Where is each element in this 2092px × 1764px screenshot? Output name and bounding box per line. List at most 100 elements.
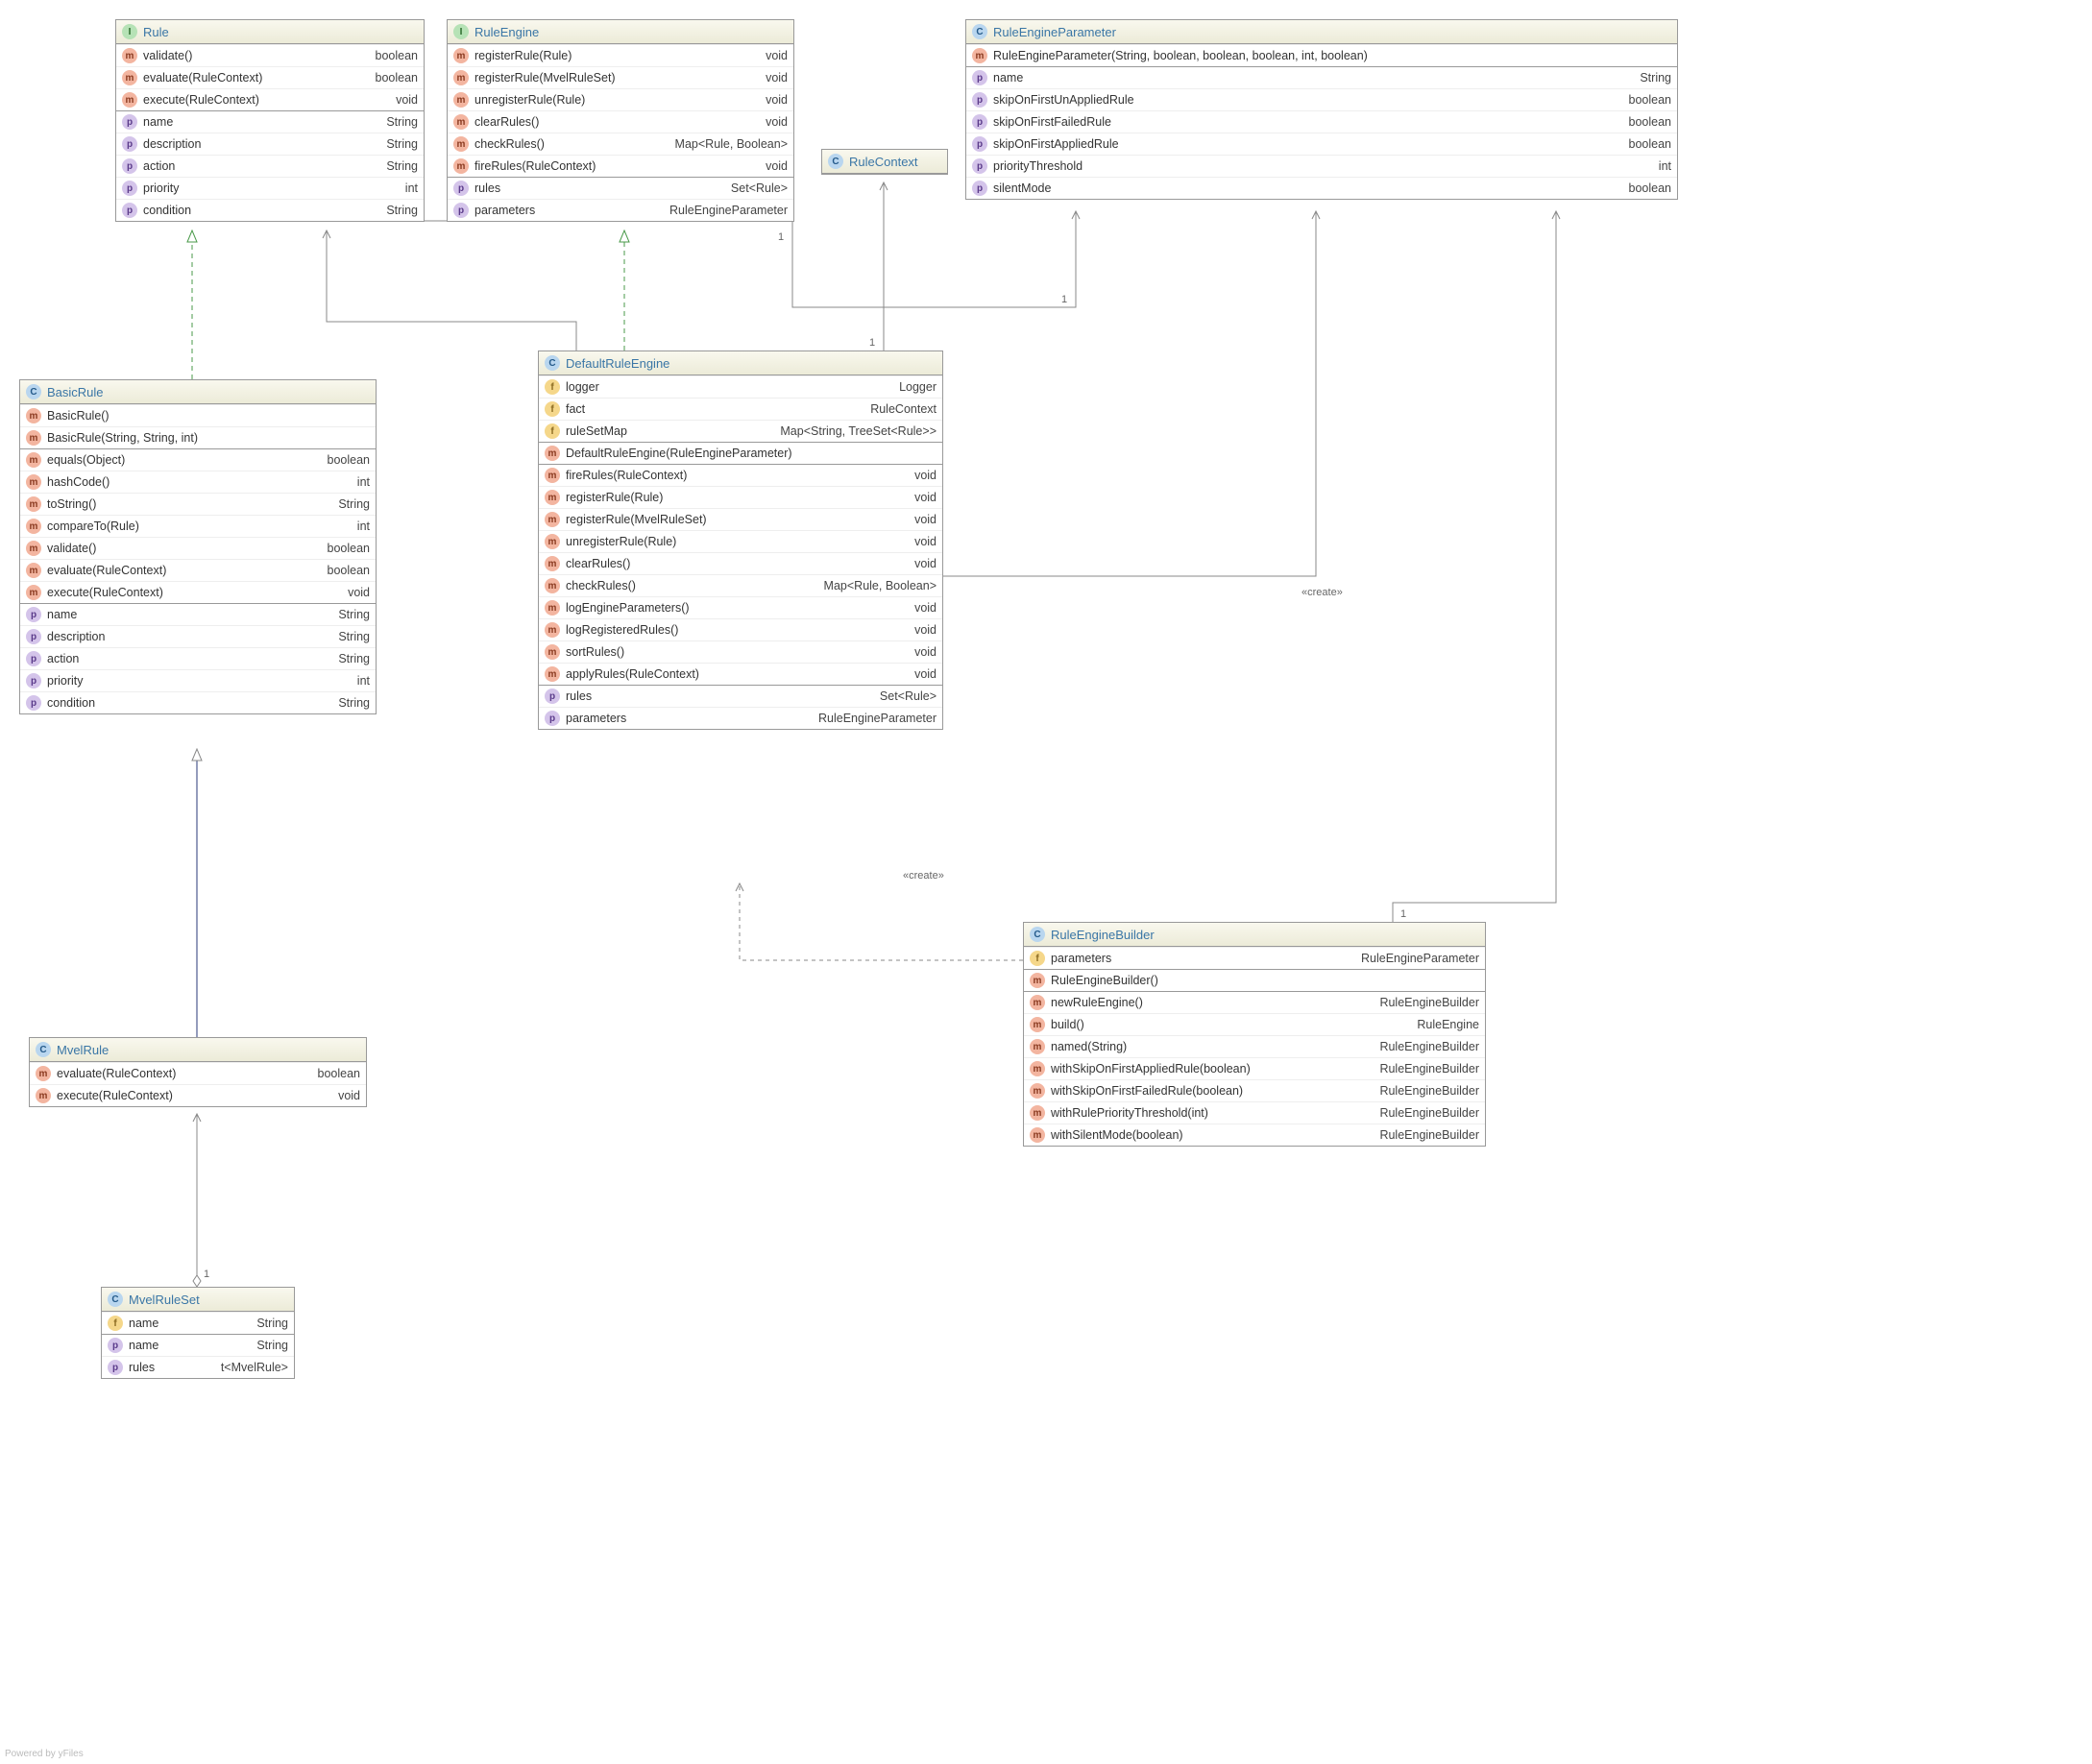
class-RuleEngineBuilder[interactable]: CRuleEngineBuilderfparametersRuleEngineP… xyxy=(1023,922,1486,1147)
member-row[interactable]: mhashCode()int xyxy=(20,471,376,493)
member-row[interactable]: pskipOnFirstUnAppliedRuleboolean xyxy=(966,88,1677,110)
member-row[interactable]: pdescriptionString xyxy=(20,625,376,647)
member-row[interactable]: mexecute(RuleContext)void xyxy=(116,88,424,110)
member-row[interactable]: mapplyRules(RuleContext)void xyxy=(539,663,942,685)
member-row[interactable]: mfireRules(RuleContext)void xyxy=(448,155,793,177)
member-row[interactable]: pconditionString xyxy=(116,199,424,221)
class-Rule[interactable]: IRulemvalidate()booleanmevaluate(RuleCon… xyxy=(115,19,425,222)
member-row[interactable]: pskipOnFirstFailedRuleboolean xyxy=(966,110,1677,133)
member-row[interactable]: fruleSetMapMap<String, TreeSet<Rule>> xyxy=(539,420,942,442)
member-row[interactable]: mnewRuleEngine()RuleEngineBuilder xyxy=(1024,991,1485,1013)
method-icon: m xyxy=(545,666,560,682)
member-row[interactable]: msortRules()void xyxy=(539,640,942,663)
member-signature: name xyxy=(143,115,173,129)
member-return-type: String xyxy=(377,137,418,151)
member-row[interactable]: mlogRegisteredRules()void xyxy=(539,618,942,640)
member-row[interactable]: mevaluate(RuleContext)boolean xyxy=(30,1062,366,1084)
member-row[interactable]: ppriorityint xyxy=(20,669,376,691)
member-row[interactable]: pconditionString xyxy=(20,691,376,713)
class-header[interactable]: CRuleContext xyxy=(822,150,947,174)
class-header[interactable]: CMvelRule xyxy=(30,1038,366,1062)
class-header[interactable]: IRule xyxy=(116,20,424,44)
member-row[interactable]: mDefaultRuleEngine(RuleEngineParameter) xyxy=(539,442,942,464)
class-DefaultRuleEngine[interactable]: CDefaultRuleEnginefloggerLoggerffactRule… xyxy=(538,350,943,730)
member-row[interactable]: mwithSkipOnFirstAppliedRule(boolean)Rule… xyxy=(1024,1057,1485,1079)
member-row[interactable]: mexecute(RuleContext)void xyxy=(30,1084,366,1106)
class-header[interactable]: CDefaultRuleEngine xyxy=(539,351,942,375)
class-title: RuleContext xyxy=(849,155,918,169)
member-row[interactable]: mwithRulePriorityThreshold(int)RuleEngin… xyxy=(1024,1101,1485,1124)
member-row[interactable]: mclearRules()void xyxy=(539,552,942,574)
member-signature: name xyxy=(129,1317,158,1330)
member-row[interactable]: pnameString xyxy=(966,66,1677,88)
class-header[interactable]: CRuleEngineBuilder xyxy=(1024,923,1485,947)
member-row[interactable]: pnameString xyxy=(102,1334,294,1356)
member-row[interactable]: floggerLogger xyxy=(539,375,942,398)
member-row[interactable]: mregisterRule(Rule)void xyxy=(448,44,793,66)
member-row[interactable]: ppriorityint xyxy=(116,177,424,199)
member-row[interactable]: fparametersRuleEngineParameter xyxy=(1024,947,1485,969)
property-icon: p xyxy=(122,158,137,174)
class-BasicRule[interactable]: CBasicRulemBasicRule()mBasicRule(String,… xyxy=(19,379,377,714)
member-row[interactable]: mRuleEngineParameter(String, boolean, bo… xyxy=(966,44,1677,66)
member-row[interactable]: pdescriptionString xyxy=(116,133,424,155)
member-row[interactable]: mBasicRule(String, String, int) xyxy=(20,426,376,448)
member-row[interactable]: mevaluate(RuleContext)boolean xyxy=(116,66,424,88)
member-row[interactable]: pnameString xyxy=(116,110,424,133)
member-row[interactable]: mcompareTo(Rule)int xyxy=(20,515,376,537)
class-header[interactable]: CBasicRule xyxy=(20,380,376,404)
member-row[interactable]: prulesSet<Rule> xyxy=(448,177,793,199)
member-row[interactable]: mcheckRules()Map<Rule, Boolean> xyxy=(448,133,793,155)
member-row[interactable]: mwithSkipOnFirstFailedRule(boolean)RuleE… xyxy=(1024,1079,1485,1101)
member-row[interactable]: mBasicRule() xyxy=(20,404,376,426)
member-row[interactable]: ffactRuleContext xyxy=(539,398,942,420)
member-row[interactable]: prulest<MvelRule> xyxy=(102,1356,294,1378)
member-row[interactable]: mlogEngineParameters()void xyxy=(539,596,942,618)
member-row[interactable]: mtoString()String xyxy=(20,493,376,515)
member-row[interactable]: mcheckRules()Map<Rule, Boolean> xyxy=(539,574,942,596)
member-row[interactable]: mfireRules(RuleContext)void xyxy=(539,464,942,486)
member-row[interactable]: pparametersRuleEngineParameter xyxy=(539,707,942,729)
member-row[interactable]: pparametersRuleEngineParameter xyxy=(448,199,793,221)
member-row[interactable]: ppriorityThresholdint xyxy=(966,155,1677,177)
member-row[interactable]: munregisterRule(Rule)void xyxy=(539,530,942,552)
member-row[interactable]: mexecute(RuleContext)void xyxy=(20,581,376,603)
member-row[interactable]: fnameString xyxy=(102,1312,294,1334)
member-row[interactable]: mvalidate()boolean xyxy=(116,44,424,66)
class-header[interactable]: IRuleEngine xyxy=(448,20,793,44)
member-row[interactable]: psilentModeboolean xyxy=(966,177,1677,199)
member-signature: compareTo(Rule) xyxy=(47,520,139,533)
class-RuleContext[interactable]: CRuleContext xyxy=(821,149,948,175)
member-signature: execute(RuleContext) xyxy=(57,1089,173,1102)
member-row[interactable]: mclearRules()void xyxy=(448,110,793,133)
member-row[interactable]: mevaluate(RuleContext)boolean xyxy=(20,559,376,581)
member-row[interactable]: prulesSet<Rule> xyxy=(539,685,942,707)
member-row[interactable]: pskipOnFirstAppliedRuleboolean xyxy=(966,133,1677,155)
member-row[interactable]: mRuleEngineBuilder() xyxy=(1024,969,1485,991)
member-return-type: String xyxy=(328,497,370,511)
member-row[interactable]: mequals(Object)boolean xyxy=(20,448,376,471)
class-RuleEngine[interactable]: IRuleEnginemregisterRule(Rule)voidmregis… xyxy=(447,19,794,222)
member-row[interactable]: mnamed(String)RuleEngineBuilder xyxy=(1024,1035,1485,1057)
member-row[interactable]: pnameString xyxy=(20,603,376,625)
member-row[interactable]: pactionString xyxy=(20,647,376,669)
class-title: RuleEngineParameter xyxy=(993,25,1116,39)
member-row[interactable]: mregisterRule(MvelRuleSet)void xyxy=(539,508,942,530)
member-row[interactable]: mvalidate()boolean xyxy=(20,537,376,559)
member-row[interactable]: mbuild()RuleEngine xyxy=(1024,1013,1485,1035)
property-icon: p xyxy=(122,203,137,218)
member-row[interactable]: mwithSilentMode(boolean)RuleEngineBuilde… xyxy=(1024,1124,1485,1146)
member-row[interactable]: mregisterRule(MvelRuleSet)void xyxy=(448,66,793,88)
member-row[interactable]: pactionString xyxy=(116,155,424,177)
class-header[interactable]: CMvelRuleSet xyxy=(102,1288,294,1312)
method-icon: m xyxy=(26,585,41,600)
multiplicity-label: 1 xyxy=(1061,294,1067,305)
class-MvelRuleSet[interactable]: CMvelRuleSetfnameStringpnameStringprules… xyxy=(101,1287,295,1379)
class-RuleEngineParameter[interactable]: CRuleEngineParametermRuleEngineParameter… xyxy=(965,19,1678,200)
member-row[interactable]: mregisterRule(Rule)void xyxy=(539,486,942,508)
member-signature: fact xyxy=(566,402,585,416)
class-header[interactable]: CRuleEngineParameter xyxy=(966,20,1677,44)
member-row[interactable]: munregisterRule(Rule)void xyxy=(448,88,793,110)
property-icon: p xyxy=(26,673,41,689)
class-MvelRule[interactable]: CMvelRulemevaluate(RuleContext)booleanme… xyxy=(29,1037,367,1107)
